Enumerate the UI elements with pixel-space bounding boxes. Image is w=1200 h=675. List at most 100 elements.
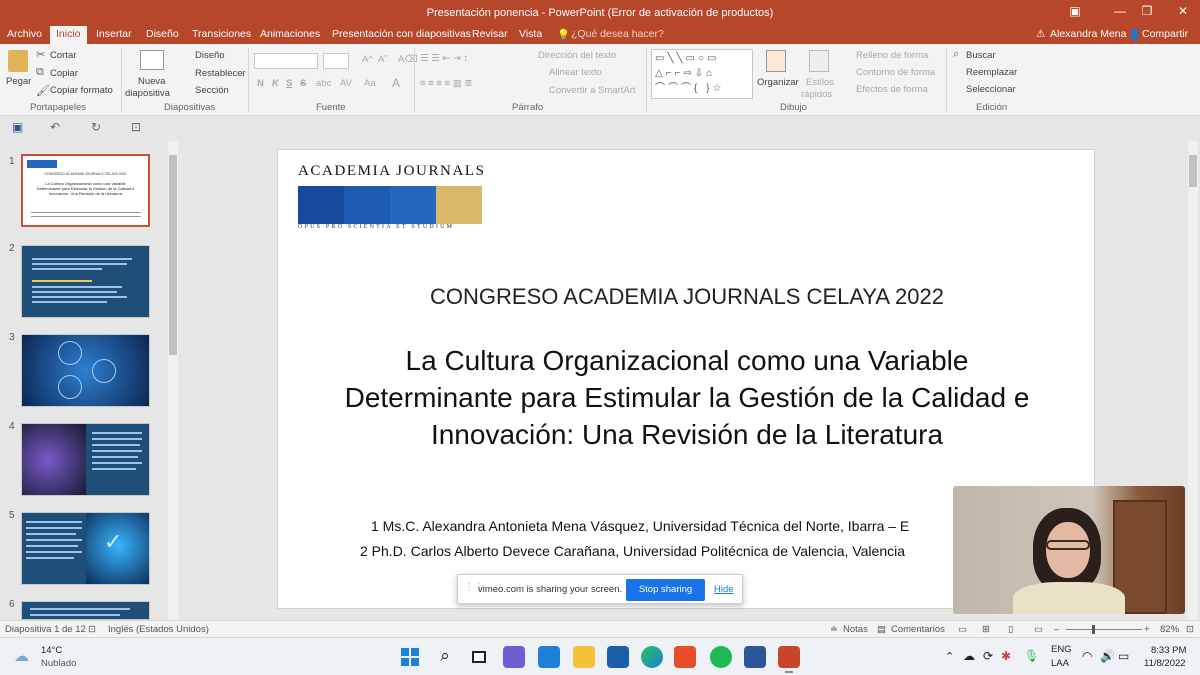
comments-button[interactable]: Comentarios [891,624,945,635]
thumbnail-scrollbar[interactable] [168,141,178,620]
zoom-out-button[interactable]: – [1054,624,1059,635]
align-text-button[interactable]: Alinear texto [549,67,602,78]
font-color-button[interactable]: A [392,76,400,90]
sorter-view-icon[interactable]: ⊞ [982,624,990,635]
slide-thumbnail-2[interactable] [21,245,150,318]
clock-time[interactable]: 8:33 PM [1151,645,1186,656]
bullets-icon[interactable]: ☰ ☰ ⇤ ⇥ ↕ [420,53,468,64]
font-grow-icon[interactable]: A^ [362,54,373,65]
stop-sharing-button[interactable]: Stop sharing [626,579,705,601]
tab-transiciones[interactable]: Transiciones [192,28,251,40]
zoom-slider-thumb[interactable] [1092,625,1095,634]
new-slide-label-2[interactable]: diapositiva [125,88,170,99]
shapes-gallery[interactable]: ▭╲╲▭○▭ △⌐⌐⇨⇩⌂ ⌒⌒⌒{ }☆ [651,49,753,99]
new-slide-icon[interactable] [140,50,164,70]
italic-button[interactable]: K [272,78,279,89]
reading-view-icon[interactable]: ▯ [1008,624,1013,635]
slide-thumbnail-4[interactable] [21,423,150,496]
quick-styles-label-1[interactable]: Estilos [806,77,834,88]
text-direction-button[interactable]: Dirección del texto [538,50,616,61]
spellcheck-icon[interactable]: ⊡ [88,624,96,635]
windows-start-icon[interactable] [399,646,421,668]
chevron-up-icon[interactable]: ⌃ [945,650,954,663]
fit-slide-icon[interactable]: ⊡ [1186,624,1194,635]
select-button[interactable]: Seleccionar [966,84,1016,95]
tell-me-search[interactable]: ¿Qué desea hacer? [571,28,664,40]
language-indicator-2[interactable]: LAA [1051,658,1069,669]
shape-effects-button[interactable]: Efectos de forma [856,84,928,95]
arrange-button[interactable]: Organizar [757,77,799,88]
restore-icon[interactable]: ▣ [1055,4,1095,18]
section-button[interactable]: Sección [195,85,229,96]
onedrive-icon[interactable]: ☁ [963,649,975,663]
clock-date[interactable]: 11/8/2022 [1144,658,1186,669]
underline-button[interactable]: S [286,78,292,89]
paste-icon[interactable] [8,50,28,72]
redo-icon[interactable]: ↻ [91,120,101,134]
maximize-icon[interactable]: ❐ [1127,4,1167,18]
volume-icon[interactable]: 🔊 [1100,649,1115,663]
bold-button[interactable]: N [257,78,264,89]
char-spacing-button[interactable]: AV [340,78,352,89]
hide-link[interactable]: Hide [714,584,734,595]
quick-styles-label-2[interactable]: rápidos [801,89,832,100]
editor-scrollbar[interactable] [1188,141,1198,620]
smartart-button[interactable]: Convertir a SmartArt [549,85,636,96]
font-name-input[interactable] [254,53,318,69]
weather-desc[interactable]: Nublado [41,658,76,669]
file-explorer-icon[interactable] [573,646,595,668]
strike-button[interactable]: S [300,78,306,89]
user-name[interactable]: Alexandra Mena [1050,28,1126,40]
font-shrink-icon[interactable]: Aˇ [378,54,388,65]
language-status[interactable]: Inglés (Estados Unidos) [108,624,209,635]
shape-outline-button[interactable]: Contorno de forma [856,67,935,78]
sync-icon[interactable]: ⟳ [983,649,993,663]
reset-button[interactable]: Restablecer [195,68,246,79]
tab-animaciones[interactable]: Animaciones [260,28,320,40]
zoom-in-button[interactable]: + [1144,624,1150,635]
copy-button[interactable]: Copiar [50,68,78,79]
layout-button[interactable]: Diseño [195,50,225,61]
tab-inicio[interactable]: Inicio [50,26,87,44]
slide-thumbnail-3[interactable] [21,334,150,407]
scrollbar-thumb[interactable] [1189,155,1197,187]
tab-archivo[interactable]: Archivo [7,28,42,40]
office-icon[interactable] [674,646,696,668]
close-icon[interactable]: ✕ [1163,4,1200,18]
tab-insertar[interactable]: Insertar [96,28,132,40]
new-slide-label-1[interactable]: Nueva [138,76,165,87]
teams-chat-icon[interactable] [503,646,525,668]
microphone-icon[interactable]: 🎙 [1024,649,1039,663]
arrange-icon[interactable] [766,50,786,72]
font-size-input[interactable] [323,53,349,69]
word-icon[interactable] [744,646,766,668]
tab-diseno[interactable]: Diseño [146,28,179,40]
task-view-icon[interactable] [468,646,490,668]
align-icons[interactable]: ≡ ≡ ≡ ≡ ▥ ≣ [420,78,472,89]
mail-icon[interactable] [538,646,560,668]
powerpoint-icon[interactable] [778,646,800,673]
battery-icon[interactable]: ▭ [1118,649,1129,663]
slide-thumbnail-1[interactable]: CONGRESO ACADEMIA JOURNALS CELAYA 2022 L… [21,154,150,227]
store-icon[interactable] [607,646,629,668]
change-case-button[interactable]: Aa [364,78,376,89]
weather-temp[interactable]: 14°C [41,645,62,656]
replace-button[interactable]: Reemplazar [966,67,1017,78]
normal-view-icon[interactable]: ▭ [958,624,967,635]
present-icon[interactable]: ⊡ [131,120,141,134]
find-button[interactable]: Buscar [966,50,996,61]
slideshow-view-icon[interactable]: ▭ [1034,624,1043,635]
zoom-slider[interactable] [1066,629,1142,630]
slide-thumbnail-6[interactable] [21,601,150,620]
cut-button[interactable]: Cortar [50,50,76,61]
search-icon[interactable]: ⌕ [434,646,456,668]
tab-revisar[interactable]: Revisar [472,28,508,40]
share-button[interactable]: Compartir [1142,28,1188,40]
paste-button[interactable]: Pegar [6,76,31,87]
app-tray-icon[interactable]: ✱ [1001,649,1011,663]
scrollbar-thumb[interactable] [169,155,177,355]
save-icon[interactable]: ▣ [12,120,23,134]
slide-thumbnail-5[interactable]: ✓ [21,512,150,585]
shadow-button[interactable]: abc [316,78,331,89]
tab-vista[interactable]: Vista [519,28,542,40]
